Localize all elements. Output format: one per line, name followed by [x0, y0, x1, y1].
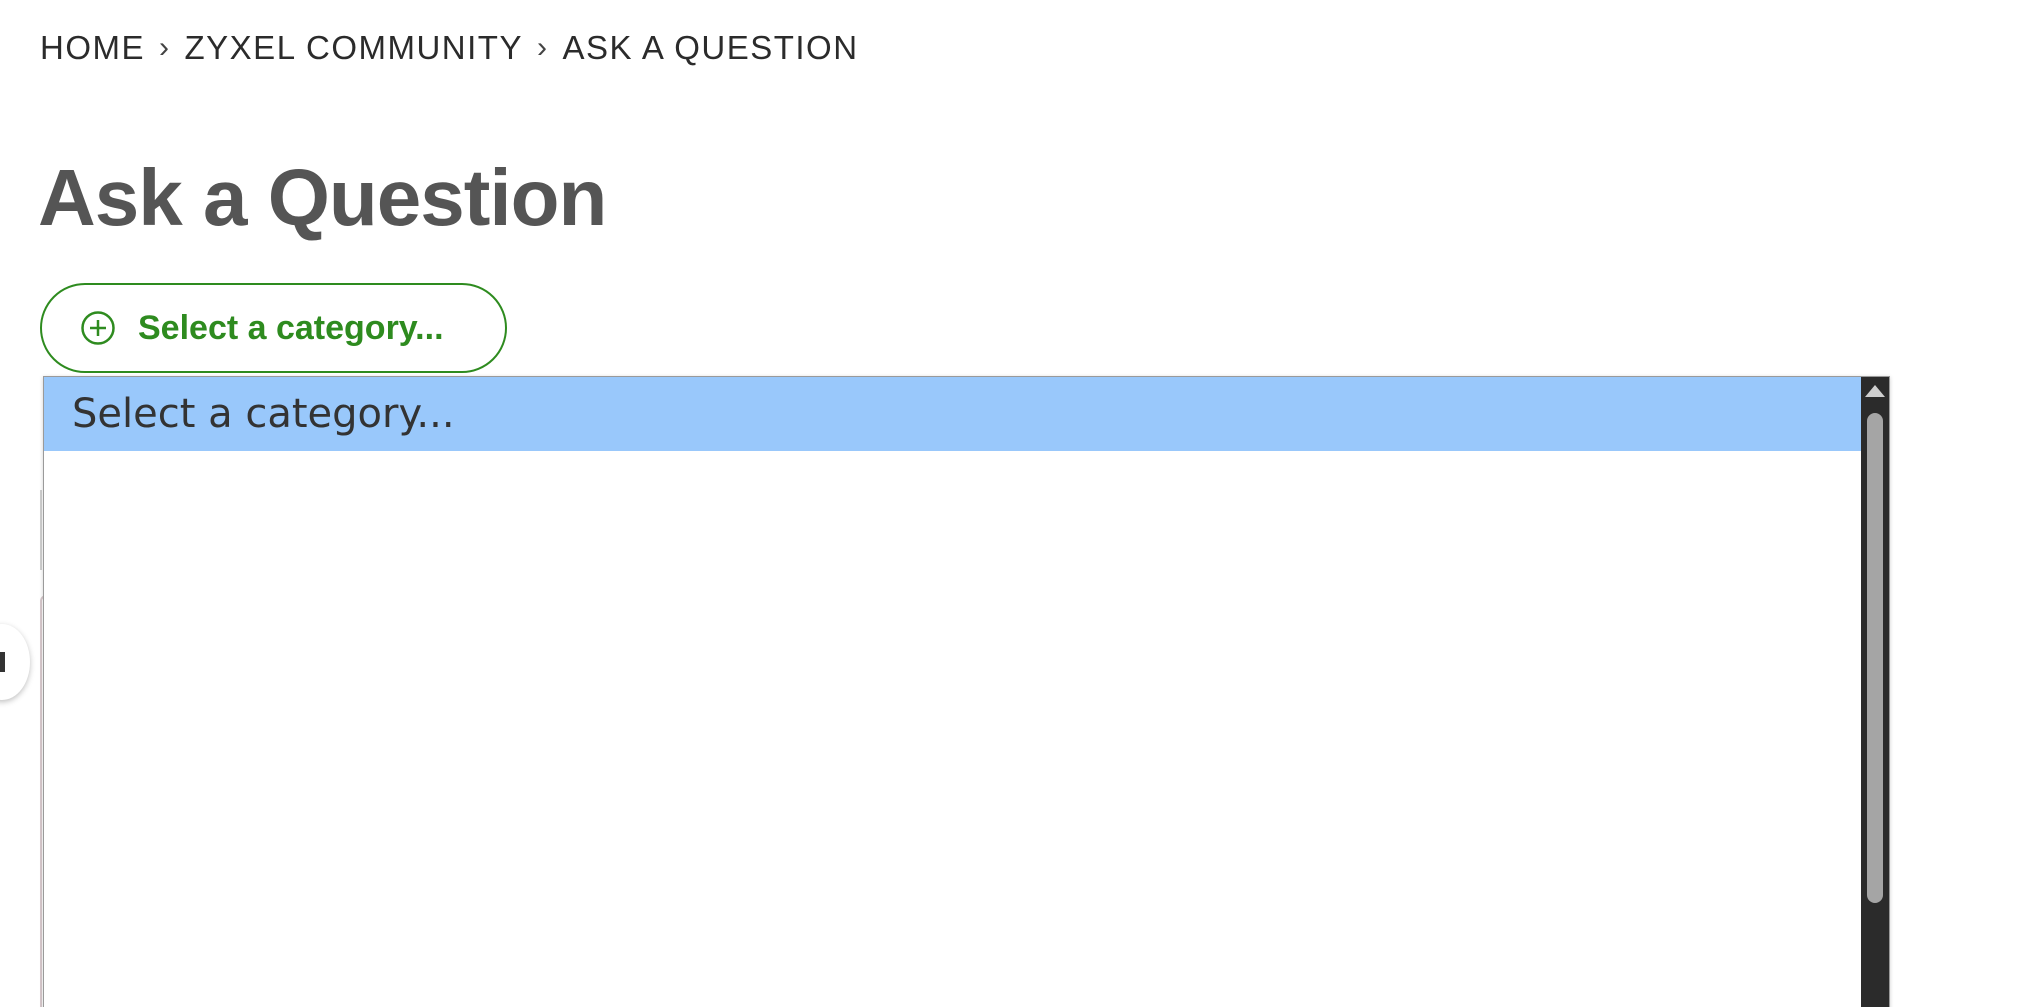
- breadcrumb-current: ASK A QUESTION: [562, 29, 859, 66]
- page-title: Ask a Question: [38, 153, 607, 242]
- scrollbar-thumb[interactable]: [1867, 413, 1883, 903]
- category-dropdown-list[interactable]: Select a category...: [43, 376, 1890, 1007]
- category-option-selected[interactable]: Select a category...: [44, 377, 1863, 451]
- background-divider: [40, 490, 42, 570]
- dropdown-scrollbar[interactable]: [1861, 377, 1889, 1007]
- select-category-label: Select a category...: [138, 308, 444, 347]
- breadcrumb-separator: ›: [536, 31, 549, 64]
- select-category-button[interactable]: Select a category...: [40, 283, 507, 373]
- page: HOME › ZYXEL COMMUNITY › ASK A QUESTION …: [0, 0, 2017, 1007]
- plus-circle-icon: [80, 310, 116, 346]
- breadcrumb-separator: ›: [159, 31, 171, 64]
- side-panel-handle[interactable]: [0, 624, 30, 700]
- scroll-up-arrow-icon[interactable]: [1865, 385, 1885, 397]
- breadcrumb: HOME › ZYXEL COMMUNITY › ASK A QUESTION: [40, 26, 859, 70]
- handle-grip-icon: [0, 652, 5, 672]
- breadcrumb-home-link[interactable]: HOME: [40, 29, 145, 67]
- breadcrumb-community-link[interactable]: ZYXEL COMMUNITY: [185, 29, 523, 67]
